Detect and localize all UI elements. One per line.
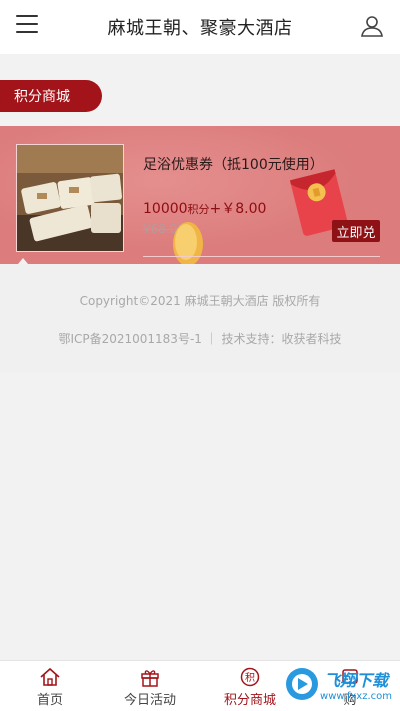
tab-today-activity-label: 今日活动 [123, 693, 176, 708]
section-tab-points-mall: 积分商城 [0, 80, 102, 112]
icp-text: 鄂ICP备2021001183号-1 ｜ 技术支持：收获者科技 [58, 332, 342, 346]
product-image[interactable] [16, 144, 124, 252]
page-title: 麻城王朝、聚豪大酒店 [107, 18, 293, 39]
home-icon [40, 667, 60, 686]
watermark-logo-icon [286, 668, 319, 700]
site-watermark: 飞翔下载 www.fxxz.com [268, 661, 392, 707]
points-value: 10000 [143, 201, 188, 217]
points-icon: 积 [240, 667, 260, 687]
divider [143, 256, 380, 257]
watermark-text: 飞翔下载 [324, 670, 389, 690]
coin-decoration-icon [173, 222, 203, 264]
bottom-tabbar: 首页 今日活动 积 积分商城 购 飞翔下载 www.fxxz.com [0, 660, 400, 711]
tab-today-activity[interactable]: 今日活动 [100, 661, 200, 711]
top-header: 麻城王朝、聚豪大酒店 [0, 0, 400, 54]
user-icon[interactable] [360, 14, 384, 38]
plus-price: +￥8.00 [209, 201, 267, 217]
redeem-button[interactable]: 立即兑 [332, 220, 380, 242]
watermark-sub: www.fxxz.com [320, 690, 392, 702]
svg-text:积: 积 [245, 672, 255, 684]
footer-info: Copyright©2021 麻城王朝大酒店 版权所有 鄂ICP备2021001… [0, 264, 400, 372]
product-card[interactable]: 足浴优惠券（抵100元使用） 10000积分+￥8.00 ¥68.00 立即兑 [0, 126, 400, 264]
tab-home-label: 首页 [36, 693, 63, 708]
points-unit: 积分 [187, 203, 210, 216]
gift-icon [141, 670, 159, 687]
tab-home[interactable]: 首页 [0, 661, 100, 711]
product-price: 10000积分+￥8.00 [143, 198, 266, 218]
copyright-text: Copyright©2021 麻城王朝大酒店 版权所有 [79, 294, 321, 308]
hamburger-menu-icon[interactable] [16, 15, 38, 35]
